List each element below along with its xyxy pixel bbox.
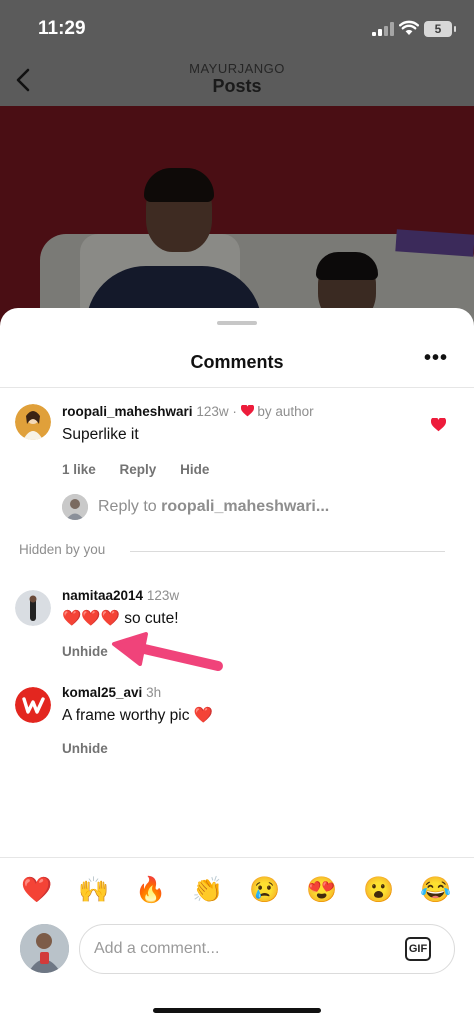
- avatar[interactable]: [20, 924, 69, 973]
- background-post: 11:29 5 MAYURJANGO Posts: [0, 0, 474, 340]
- comment-body: so cute!: [124, 610, 179, 627]
- comment-actions: Unhide: [62, 741, 128, 756]
- wifi-icon: [399, 20, 419, 35]
- comment-actions: 1 like Reply Hide: [62, 462, 229, 477]
- reply-prompt[interactable]: Reply to roopali_maheshwari...: [62, 494, 442, 520]
- battery-icon: 5: [424, 21, 456, 37]
- status-time: 11:29: [38, 18, 86, 39]
- comment-item: roopali_maheshwari 123w · by author Supe…: [0, 404, 474, 484]
- page-title: Posts: [212, 76, 262, 96]
- more-horizontal-icon[interactable]: •••: [424, 348, 448, 372]
- emoji-reaction-heart-eyes[interactable]: 😍: [304, 872, 340, 908]
- comment-text: Superlike it: [62, 426, 139, 443]
- avatar[interactable]: [15, 687, 51, 723]
- divider: [0, 857, 474, 858]
- home-indicator[interactable]: [153, 1008, 321, 1013]
- comment-header: komal25_avi 3h: [62, 685, 161, 700]
- emoji-reaction-clap[interactable]: 👏: [190, 872, 226, 908]
- comment-time: 123w: [146, 588, 180, 603]
- comment-username[interactable]: roopali_maheshwari: [62, 404, 193, 419]
- comment-header: namitaa2014 123w: [62, 588, 179, 603]
- comments-title: Comments: [190, 352, 284, 372]
- heart-emoji: ❤️❤️❤️: [62, 610, 120, 627]
- emoji-reaction-surprised[interactable]: 😮: [361, 872, 397, 908]
- emoji-reaction-heart[interactable]: ❤️: [19, 872, 55, 908]
- emoji-reaction-raised-hands[interactable]: 🙌: [76, 872, 112, 908]
- post-header: MAYURJANGO Posts: [0, 58, 474, 106]
- reply-username: roopali_maheshwari...: [161, 498, 330, 515]
- avatar[interactable]: [15, 590, 51, 626]
- like-count[interactable]: 1 like: [62, 462, 96, 477]
- hidden-section-label: Hidden by you: [19, 542, 116, 557]
- comment-composer: GIF: [79, 924, 455, 974]
- annotation-arrow-icon: [112, 632, 223, 671]
- unhide-button[interactable]: Unhide: [62, 741, 108, 756]
- heart-icon: [240, 404, 254, 417]
- status-bar: 11:29 5: [0, 0, 474, 58]
- comment-text: A frame worthy pic ❤️: [62, 706, 213, 725]
- emoji-quick-reactions: ❤️ 🙌 🔥 👏 😢 😍 😮 😂: [0, 872, 474, 908]
- sheet-grabber[interactable]: [217, 321, 257, 325]
- comment-time: 123w: [196, 404, 229, 419]
- comments-sheet: Comments ••• roopali_maheshwari 123w · b…: [0, 308, 474, 1023]
- unhide-button[interactable]: Unhide: [62, 644, 108, 659]
- comment-username[interactable]: komal25_avi: [62, 685, 142, 700]
- divider: [130, 551, 445, 552]
- cellular-signal-icon: [372, 22, 394, 36]
- avatar[interactable]: [15, 404, 51, 440]
- emoji-reaction-crying[interactable]: 😢: [247, 872, 283, 908]
- reply-button[interactable]: Reply: [120, 462, 157, 477]
- post-photo: [0, 106, 474, 340]
- comment-time: 3h: [146, 685, 162, 700]
- hidden-section-header: Hidden by you: [19, 542, 449, 560]
- emoji-reaction-laughing[interactable]: 😂: [418, 872, 454, 908]
- comment-body: A frame worthy pic: [62, 707, 190, 724]
- hidden-comment-item: namitaa2014 123w ❤️❤️❤️ so cute! Unhide: [0, 588, 474, 659]
- comment-header: roopali_maheshwari 123w · by author: [62, 404, 314, 419]
- heart-emoji: ❤️: [193, 707, 214, 724]
- gif-button[interactable]: GIF: [405, 937, 431, 961]
- comment-input[interactable]: [94, 938, 394, 960]
- emoji-reaction-fire[interactable]: 🔥: [133, 872, 169, 908]
- comment-like-heart-icon[interactable]: [431, 418, 446, 432]
- comment-text: ❤️❤️❤️ so cute!: [62, 609, 179, 628]
- divider: [0, 387, 474, 388]
- avatar: [62, 494, 88, 520]
- hidden-comment-item: komal25_avi 3h A frame worthy pic ❤️ Unh…: [0, 685, 474, 756]
- hide-button[interactable]: Hide: [180, 462, 209, 477]
- comment-username[interactable]: namitaa2014: [62, 588, 143, 603]
- header-username: MAYURJANGO: [189, 61, 285, 76]
- reply-prefix: Reply to: [98, 498, 157, 515]
- liked-by-author-label: by author: [257, 404, 314, 419]
